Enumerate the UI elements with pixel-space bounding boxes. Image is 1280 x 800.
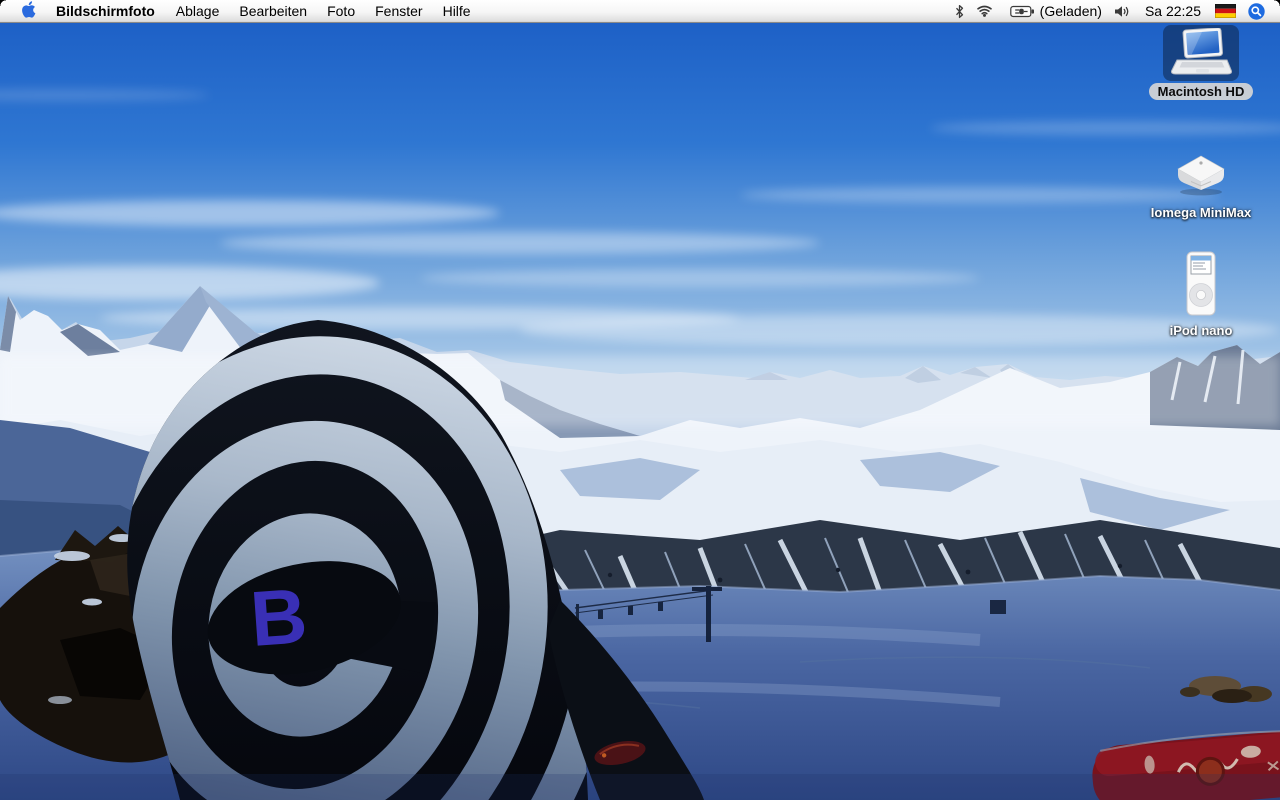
icon-label-iomega-minimax: Iomega MiniMax <box>1151 205 1251 220</box>
menu-ablage[interactable]: Ablage <box>166 0 230 22</box>
desktop-wallpaper: B <box>0 0 1280 800</box>
menu-bar-status: (Geladen) Sa 22:25 <box>949 0 1280 22</box>
menu-bar-left: Bildschirmfoto Ablage Bearbeiten Foto Fe… <box>0 0 481 22</box>
spotlight-menu-extra[interactable] <box>1242 0 1271 22</box>
volume-icon <box>1114 5 1131 18</box>
battery-charged-icon <box>1010 5 1035 18</box>
spotlight-icon <box>1248 3 1265 20</box>
menu-bildschirmfoto[interactable]: Bildschirmfoto <box>45 0 166 22</box>
svg-text:B: B <box>248 571 310 663</box>
ipod-icon <box>1179 248 1223 320</box>
icon-label-macintosh-hd: Macintosh HD <box>1149 83 1254 100</box>
desktop-icon-macintosh-hd[interactable]: Macintosh HD <box>1145 25 1257 100</box>
battery-menu-extra[interactable]: (Geladen) <box>999 0 1108 22</box>
macbook-volume-icon <box>1163 25 1239 81</box>
menu-fenster[interactable]: Fenster <box>365 0 432 22</box>
keyboard-layout-menu-extra[interactable] <box>1209 0 1242 22</box>
wifi-menu-extra[interactable] <box>970 0 999 22</box>
wifi-icon <box>976 5 993 17</box>
desktop-icon-iomega-minimax[interactable]: Iomega MiniMax <box>1145 146 1257 220</box>
menu-hilfe[interactable]: Hilfe <box>433 0 481 22</box>
german-flag-icon <box>1215 4 1236 18</box>
clock-menu-extra[interactable]: Sa 22:25 <box>1137 0 1209 22</box>
bluetooth-icon <box>955 4 964 19</box>
apple-menu[interactable] <box>8 0 45 22</box>
icon-label-ipod-nano: iPod nano <box>1170 323 1233 338</box>
menu-bar: Bildschirmfoto Ablage Bearbeiten Foto Fe… <box>0 0 1280 23</box>
battery-status-text: (Geladen) <box>1040 3 1102 19</box>
volume-menu-extra[interactable] <box>1108 0 1137 22</box>
desktop-icon-ipod-nano[interactable]: iPod nano <box>1145 248 1257 338</box>
external-drive-icon <box>1165 146 1237 202</box>
menu-foto[interactable]: Foto <box>317 0 365 22</box>
bluetooth-menu-extra[interactable] <box>949 0 970 22</box>
apple-icon <box>21 1 36 22</box>
menu-bearbeiten[interactable]: Bearbeiten <box>229 0 317 22</box>
